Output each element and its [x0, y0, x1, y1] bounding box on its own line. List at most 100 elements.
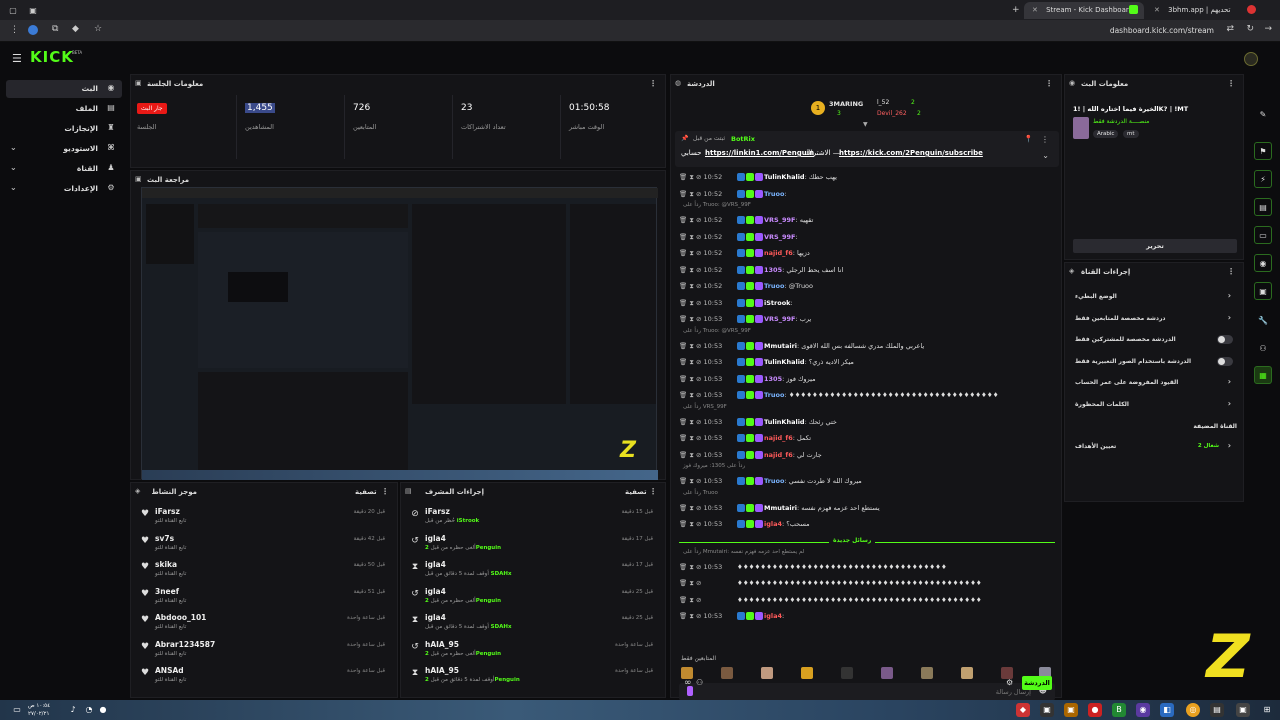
more-options-icon[interactable]: ⋮: [649, 487, 657, 496]
sidebar-item-studio[interactable]: ⌄ الاستوديو ⌘: [6, 140, 122, 158]
sidebar-item-channel[interactable]: ⌄ القناة ♟: [6, 160, 122, 178]
chat-username[interactable]: igla4: [764, 520, 782, 528]
delete-icon[interactable]: 🗑: [679, 299, 689, 307]
emote-icon[interactable]: [761, 667, 773, 679]
chat-username[interactable]: Mmutairi: [764, 504, 797, 512]
timeout-icon[interactable]: ⧗: [689, 504, 696, 512]
chat-message[interactable]: 🗑 ⧗ ⊘ 10:52 Truoo:: [679, 186, 1051, 202]
app-icon[interactable]: ●: [1088, 703, 1102, 717]
emote-icon[interactable]: [961, 667, 973, 679]
extension-icon[interactable]: ◆: [72, 24, 79, 34]
chat-username[interactable]: TulinKhalid: [764, 418, 805, 426]
timeout-icon[interactable]: ⧗: [689, 190, 696, 198]
moderation-icon[interactable]: ⚑: [1254, 142, 1272, 160]
mic-icon[interactable]: ●: [96, 703, 110, 717]
timeout-icon[interactable]: ⧗: [689, 391, 696, 399]
infinity-icon[interactable]: ∞: [684, 678, 692, 688]
channel-action-row[interactable]: الوضع البطيء ›: [1069, 287, 1239, 307]
chat-message[interactable]: 🗑 ⧗ ⊘ 10:52 VRS_99F: تقهيه: [679, 212, 1051, 228]
delete-icon[interactable]: 🗑: [679, 249, 689, 257]
timeout-icon[interactable]: ⧗: [689, 266, 696, 274]
chat-message[interactable]: 🗑 ⧗ ⊘ 10:53 igla4: مسحب؟: [679, 516, 1051, 532]
tab-search-icon[interactable]: ▣: [28, 5, 38, 15]
chat-username[interactable]: najid_f6: [764, 249, 793, 257]
delete-icon[interactable]: 🗑: [679, 451, 689, 459]
sidebar-item-broadcast[interactable]: البث ◉: [6, 80, 122, 98]
chat-username[interactable]: igla4: [764, 612, 782, 620]
channel-action-row[interactable]: الدردشة مخصصة للمشتركين فقط: [1069, 330, 1239, 350]
filter-button[interactable]: تصفية: [355, 488, 377, 496]
chat-username[interactable]: Truoo: [764, 190, 784, 198]
menu-icon[interactable]: ⋮: [10, 25, 19, 35]
chat-message[interactable]: 🗑 ⧗ ⊘ 10:52 1305: انا اسف يحط الرجلي: [679, 262, 1051, 278]
delete-icon[interactable]: 🗑: [679, 342, 689, 350]
close-tab-icon[interactable]: ✕: [1154, 6, 1160, 14]
sidebar-item-settings[interactable]: ⌄ الإعدادات ⚙: [6, 180, 122, 198]
chat-message[interactable]: 🗑 ⧗ ⊘ 10:53 Truoo: ميروك الله لا طردت نفس…: [679, 473, 1051, 489]
clipboard-icon[interactable]: ▤: [1254, 198, 1272, 216]
delete-icon[interactable]: 🗑: [679, 612, 689, 620]
delete-icon[interactable]: 🗑: [679, 579, 689, 587]
chat-username[interactable]: Truoo: [764, 282, 784, 290]
chat-message[interactable]: 🗑 ⧗ ⊘ 10:53 najid_f6: جارت لي: [679, 447, 1051, 463]
emote-icon[interactable]: [881, 667, 893, 679]
app-icon[interactable]: ▣: [1236, 703, 1250, 717]
gear-icon[interactable]: ⚙: [1006, 678, 1013, 687]
more-options-icon[interactable]: ⋮: [1045, 79, 1053, 88]
timeout-icon[interactable]: ⧗: [689, 477, 696, 485]
layers-icon[interactable]: ▣: [1254, 282, 1272, 300]
chat-message[interactable]: 🗑 ⧗ ⊘ 10:53 1305: ميروك فوز: [679, 371, 1051, 387]
timeout-icon[interactable]: ⧗: [689, 216, 696, 224]
emote-icon[interactable]: [801, 667, 813, 679]
wrench-icon[interactable]: 🔧: [1254, 312, 1272, 330]
chat-message[interactable]: 🗑 ⧗ ⊘ 10:52 Truoo: @Truoo: [679, 278, 1051, 294]
chat-username[interactable]: Mmutairi: [764, 342, 797, 350]
chat-message[interactable]: 🗑 ⧗ ⊘ 10:53 Truoo: ♦♦♦♦♦♦♦♦♦♦♦♦♦♦♦♦♦♦♦♦♦♦…: [679, 387, 1051, 403]
tab-3bhm[interactable]: ✕ 3bhm.app | تحديهم: [1146, 2, 1266, 19]
delete-icon[interactable]: 🗑: [679, 315, 689, 323]
chat-username[interactable]: 1305: [764, 375, 782, 383]
delete-icon[interactable]: 🗑: [679, 282, 689, 290]
delete-icon[interactable]: 🗑: [679, 173, 689, 181]
emote-icon[interactable]: [721, 667, 733, 679]
chat-username[interactable]: Truoo: [764, 477, 784, 485]
activity-item[interactable]: ♥ iFarsz تابع القناة للتو قبل 20 دقيقة: [131, 505, 397, 531]
channel-action-row[interactable]: القيود المفروضة على عمر الحساب ›: [1069, 373, 1239, 393]
timeout-icon[interactable]: ⧗: [689, 418, 696, 426]
timeout-icon[interactable]: ⧗: [689, 563, 696, 571]
more-options-icon[interactable]: ⋮: [1227, 267, 1235, 276]
chat-message[interactable]: 🗑 ⧗ ⊘ 10:52 TulinKhalid: يهب حطك: [679, 169, 1051, 185]
broadcast-icon[interactable]: ◉: [1254, 254, 1272, 272]
timeout-icon[interactable]: ⧗: [689, 249, 696, 257]
app-icon[interactable]: ▣: [1040, 703, 1054, 717]
tab-icon[interactable]: ⧉: [52, 24, 58, 34]
chat-message[interactable]: 🗑 ⧗ ⊘ ♦♦♦♦♦♦♦♦♦♦♦♦♦♦♦♦♦♦♦♦♦♦♦♦♦♦♦♦♦♦♦♦♦♦…: [679, 592, 1051, 608]
brave-icon[interactable]: ◆: [1016, 703, 1030, 717]
close-tab-icon[interactable]: ✕: [1032, 6, 1038, 14]
app-icon[interactable]: ▣: [1064, 703, 1078, 717]
timeout-icon[interactable]: ⧗: [689, 315, 696, 323]
send-chat-button[interactable]: الدردشة: [1022, 676, 1052, 690]
more-options-icon[interactable]: ⋮: [1227, 79, 1235, 88]
more-options-icon[interactable]: ⋮: [381, 487, 389, 496]
mod-action-item[interactable]: ↺ igla4 ألغى حظره من قبل 2Penguin قبل 25 دق…: [401, 585, 665, 611]
chat-username[interactable]: VRS_99F: [764, 315, 795, 323]
chat-username[interactable]: iStrook: [764, 299, 790, 307]
mod-action-item[interactable]: ↺ igla4 ألغى حظره من قبل 2Penguin قبل 17 دق…: [401, 532, 665, 558]
timeout-icon[interactable]: ⧗: [689, 342, 696, 350]
chevron-down-icon[interactable]: ⌄: [1042, 151, 1049, 160]
activity-item[interactable]: ♥ ANSAd تابع القناة للتو قبل ساعة واحدة: [131, 664, 397, 690]
delete-icon[interactable]: 🗑: [679, 418, 689, 426]
channel-action-row[interactable]: الكلمات المحظورة ›: [1069, 395, 1239, 415]
chat-message[interactable]: 🗑 ⧗ ⊘ 10:53 najid_f6: تكمل: [679, 430, 1051, 446]
chat-message[interactable]: 🗑 ⧗ ⊘ 10:53 Mmutairi: يستطع احد عزمه فهزم…: [679, 500, 1051, 516]
pinned-link[interactable]: https://linkin1.com/Penguin: [705, 149, 814, 157]
chrome-icon[interactable]: ◎: [1186, 703, 1200, 717]
host-goals-row[interactable]: تعيين الأهداف شغال 2 ›: [1069, 437, 1239, 457]
timeout-icon[interactable]: ⧗: [689, 451, 696, 459]
edit-icon[interactable]: ✎: [1254, 106, 1272, 124]
reply-context[interactable]: رداً على 1305: ميروك فوز: [683, 463, 745, 473]
chat-username[interactable]: Truoo: [764, 391, 784, 399]
users-icon[interactable]: ⚇: [1254, 340, 1272, 358]
mod-action-item[interactable]: ⧗ hAIA_95 أوقف لمدة 5 دقائق من قبل 2Pengui…: [401, 664, 665, 690]
